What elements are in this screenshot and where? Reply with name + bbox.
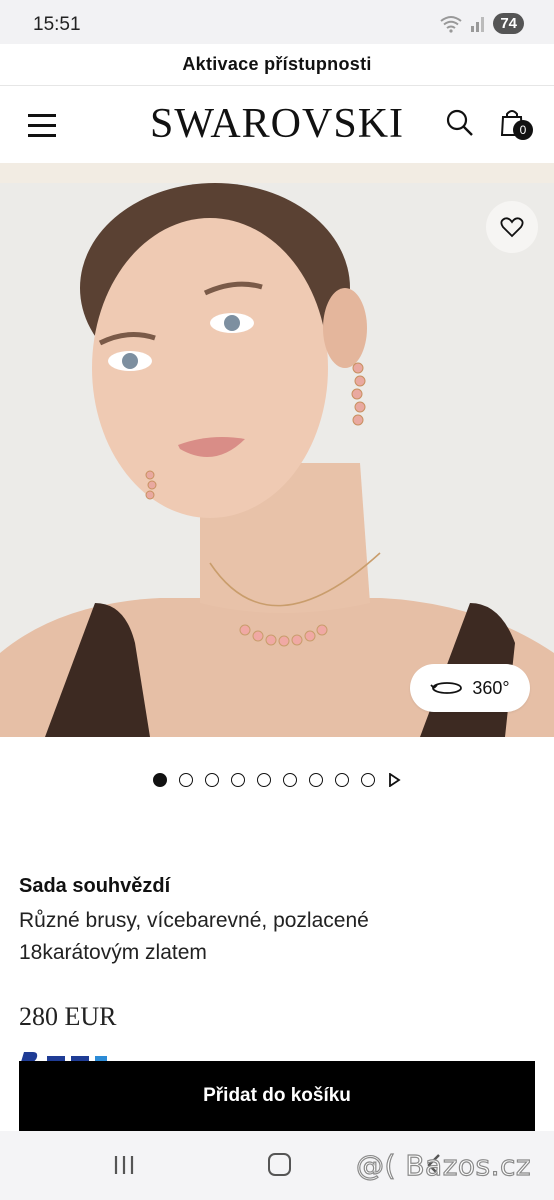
watermark: @( Bazos.cz [355, 1148, 532, 1182]
system-nav-bar: @( Bazos.cz [0, 1131, 554, 1200]
carousel-dot[interactable] [257, 773, 271, 787]
product-description: Různé brusy, vícebarevné, pozlacené 18ka… [19, 909, 369, 964]
wishlist-button[interactable] [486, 201, 538, 253]
site-header: SWAROVSKI 0 [0, 86, 554, 163]
add-to-cart-button[interactable]: Přidat do košíku [19, 1061, 535, 1131]
product-image[interactable]: 360° [0, 183, 554, 737]
carousel-dot[interactable] [231, 773, 245, 787]
wifi-icon [440, 15, 462, 33]
chevron-right-icon[interactable] [387, 773, 401, 787]
heart-icon [500, 217, 524, 238]
product-photo [0, 183, 554, 737]
bag-count-badge: 0 [513, 120, 533, 140]
view-360-button[interactable]: 360° [410, 664, 530, 712]
product-name: Sada souhvězdí [19, 875, 171, 897]
rotate-360-icon [430, 682, 463, 694]
status-icons: 74 [439, 13, 524, 34]
status-bar: 15:51 74 [0, 0, 554, 44]
view-360-label: 360° [472, 677, 510, 698]
search-icon[interactable] [445, 108, 475, 138]
home-icon[interactable] [268, 1153, 291, 1176]
carousel-pagination [153, 773, 401, 787]
carousel-dot[interactable] [153, 773, 167, 787]
signal-icon [471, 16, 485, 32]
carousel-dot[interactable] [283, 773, 297, 787]
recents-icon[interactable] [113, 1154, 135, 1176]
carousel-dot[interactable] [335, 773, 349, 787]
carousel-dot[interactable] [309, 773, 323, 787]
carousel-dot[interactable] [179, 773, 193, 787]
bag-button[interactable]: 0 [499, 108, 537, 142]
battery-badge: 74 [493, 13, 524, 34]
status-time: 15:51 [33, 14, 81, 35]
accessibility-link[interactable]: Aktivace přístupnosti [0, 44, 554, 86]
carousel-dot[interactable] [205, 773, 219, 787]
carousel-dot[interactable] [361, 773, 375, 787]
promo-strip [0, 163, 554, 183]
product-price: 280 EUR [19, 1002, 117, 1031]
